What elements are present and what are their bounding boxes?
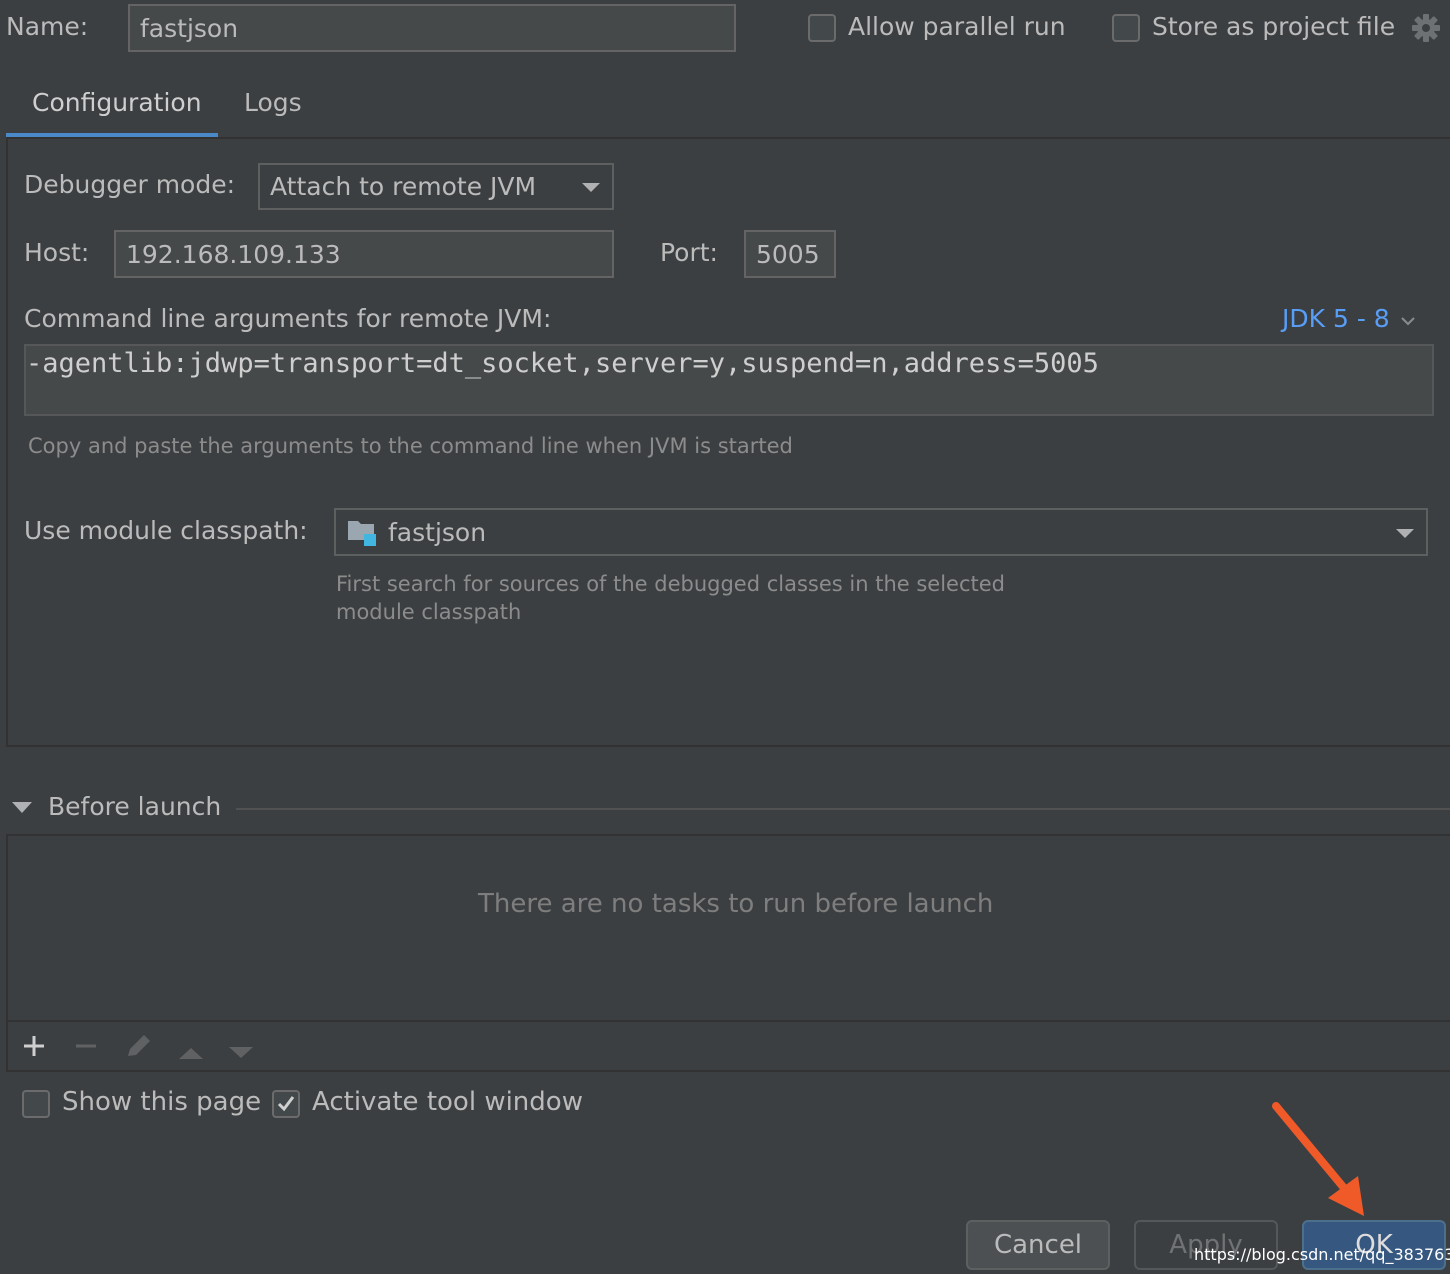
debugger-mode-dropdown[interactable]: Attach to remote JVM: [258, 163, 614, 210]
jdk-version-selector[interactable]: JDK 5 - 8: [1282, 304, 1416, 333]
toolbar-divider: [8, 1020, 1450, 1022]
name-label: Name:: [6, 12, 89, 41]
chevron-down-icon: [1400, 304, 1416, 333]
cmd-args-value: -agentlib:jdwp=transport=dt_socket,serve…: [26, 348, 1099, 379]
before-launch-title: Before launch: [48, 792, 222, 821]
debugger-mode-label: Debugger mode:: [24, 170, 236, 199]
show-page-label: Show this page: [62, 1087, 262, 1117]
port-input-value: 5005: [756, 239, 820, 269]
name-input[interactable]: fastjson: [128, 4, 736, 52]
host-input-value: 192.168.109.133: [126, 239, 341, 269]
arrow-up-icon[interactable]: [178, 1038, 204, 1059]
show-page-checkbox[interactable]: [22, 1090, 50, 1118]
cmd-args-textarea[interactable]: -agentlib:jdwp=transport=dt_socket,serve…: [24, 344, 1434, 416]
chevron-down-icon: [1396, 529, 1414, 538]
tab-logs-label: Logs: [244, 88, 302, 117]
tab-configuration[interactable]: Configuration: [6, 80, 218, 138]
port-label: Port:: [660, 238, 718, 267]
tab-logs[interactable]: Logs: [230, 80, 314, 138]
allow-parallel-label: Allow parallel run: [848, 12, 1066, 41]
before-launch-empty-text: There are no tasks to run before launch: [478, 889, 994, 919]
watermark-text: https://blog.csdn.net/qq_38376348: [1194, 1245, 1450, 1264]
name-input-value: fastjson: [140, 13, 239, 43]
module-hint-line2: module classpath: [336, 600, 522, 624]
debugger-mode-value: Attach to remote JVM: [270, 172, 537, 201]
cancel-button[interactable]: Cancel: [966, 1220, 1110, 1270]
jdk-version-label: JDK 5 - 8: [1282, 304, 1390, 333]
activate-tool-label: Activate tool window: [312, 1087, 583, 1117]
module-classpath-dropdown[interactable]: fastjson: [334, 508, 1428, 556]
checkmark-icon: [277, 1096, 295, 1112]
host-label: Host:: [24, 238, 90, 267]
cmd-args-label: Command line arguments for remote JVM:: [24, 304, 552, 333]
cmd-args-hint: Copy and paste the arguments to the comm…: [28, 434, 793, 458]
module-classpath-label: Use module classpath:: [24, 516, 308, 545]
port-input[interactable]: 5005: [744, 230, 836, 278]
tab-configuration-label: Configuration: [32, 88, 202, 117]
activate-tool-checkbox[interactable]: [272, 1090, 300, 1118]
module-folder-icon: [346, 516, 378, 548]
gear-icon[interactable]: [1410, 12, 1442, 44]
module-hint-line1: First search for sources of the debugged…: [336, 572, 1006, 596]
before-launch-divider: [236, 808, 1450, 810]
arrow-down-icon[interactable]: [228, 1038, 254, 1058]
store-project-checkbox[interactable]: [1112, 14, 1140, 42]
module-classpath-value: fastjson: [388, 517, 487, 547]
before-launch-panel: [6, 834, 1450, 1072]
minus-icon[interactable]: [74, 1034, 98, 1058]
annotation-arrow-icon: [1266, 1100, 1376, 1220]
host-input[interactable]: 192.168.109.133: [114, 230, 614, 278]
collapse-triangle-icon[interactable]: [12, 802, 32, 813]
plus-icon[interactable]: [22, 1034, 46, 1058]
allow-parallel-checkbox[interactable]: [808, 14, 836, 42]
chevron-down-icon: [582, 183, 600, 192]
pencil-icon[interactable]: [124, 1032, 154, 1060]
store-project-label: Store as project file: [1152, 12, 1396, 41]
